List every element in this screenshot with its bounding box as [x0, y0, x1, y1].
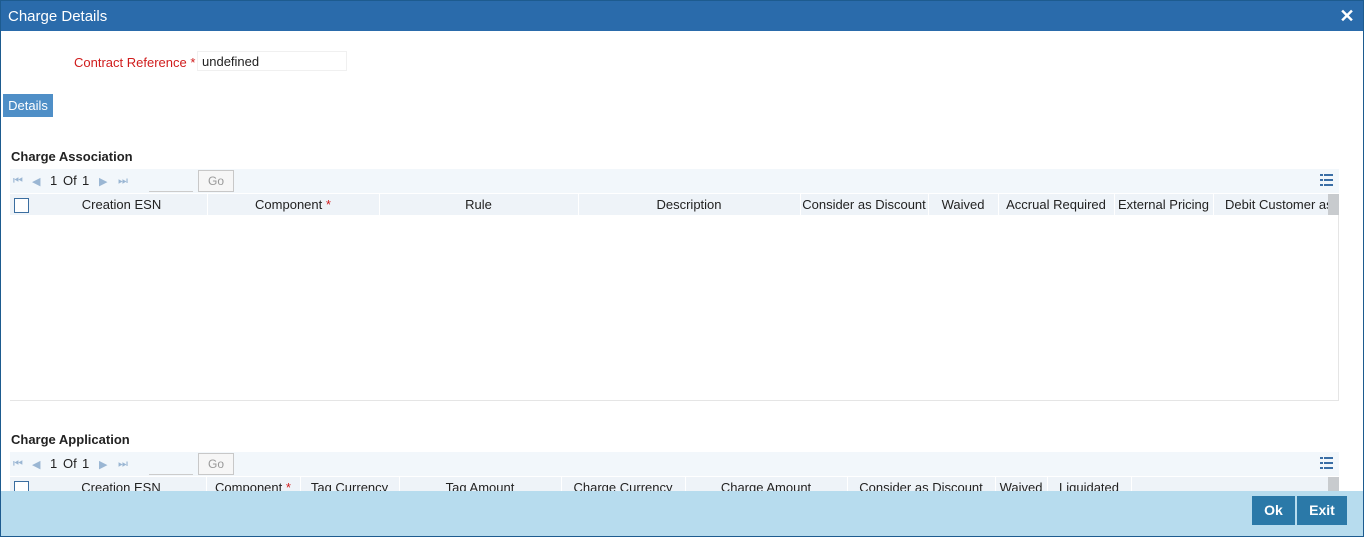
- page-of-label: Of: [63, 173, 77, 188]
- column-settings-icon[interactable]: [1320, 173, 1333, 187]
- last-page-icon[interactable]: ⏭: [118, 175, 128, 188]
- first-page-icon[interactable]: ⏮: [13, 175, 23, 188]
- col-charge-amount[interactable]: Charge Amount: [685, 477, 848, 491]
- charge-association-pager: ⏮ ◀ 1 Of 1 ▶ ⏭ Go: [10, 169, 1339, 193]
- charge-application-scrollbar[interactable]: [1328, 477, 1339, 491]
- col-waived[interactable]: Waived: [928, 194, 999, 215]
- charge-association-title: Charge Association: [11, 149, 133, 164]
- page-total: 1: [82, 173, 90, 188]
- page-current: 1: [50, 456, 58, 471]
- charge-application-title: Charge Application: [11, 432, 130, 447]
- charge-association-grid-body: [10, 215, 1339, 401]
- col-creation-esn[interactable]: Creation ESN: [36, 477, 207, 491]
- charge-details-window: Charge Details ✕ Contract Reference * De…: [0, 0, 1364, 537]
- charge-application-header: Creation ESN Component * Tag Currency Ta…: [10, 477, 1339, 491]
- contract-reference-label-text: Contract Reference: [74, 55, 187, 70]
- page-current: 1: [50, 173, 58, 188]
- window-title: Charge Details: [8, 8, 108, 25]
- required-marker: *: [285, 480, 291, 491]
- page-total: 1: [82, 456, 90, 471]
- col-rule[interactable]: Rule: [379, 194, 579, 215]
- exit-button[interactable]: Exit: [1297, 496, 1347, 525]
- required-marker: *: [190, 55, 196, 70]
- col-external-pricing[interactable]: External Pricing: [1114, 194, 1214, 215]
- col-creation-esn[interactable]: Creation ESN: [36, 194, 208, 215]
- next-page-icon[interactable]: ▶: [99, 458, 107, 471]
- col-debit-customer[interactable]: Debit Customer as: [1213, 194, 1339, 215]
- footer-bar: Ok Exit: [1, 491, 1363, 536]
- last-page-icon[interactable]: ⏭: [118, 458, 128, 471]
- col-description[interactable]: Description: [578, 194, 801, 215]
- contract-reference-label: Contract Reference *: [74, 55, 195, 70]
- title-bar: Charge Details ✕: [1, 1, 1363, 31]
- required-marker: *: [325, 197, 331, 212]
- go-button[interactable]: Go: [198, 453, 234, 475]
- col-accrual-required[interactable]: Accrual Required: [998, 194, 1115, 215]
- previous-page-icon[interactable]: ◀: [32, 458, 40, 471]
- tab-details[interactable]: Details: [3, 94, 53, 117]
- col-tag-currency[interactable]: Tag Currency: [300, 477, 400, 491]
- ok-button[interactable]: Ok: [1252, 496, 1295, 525]
- select-all-checkbox[interactable]: [14, 481, 29, 491]
- next-page-icon[interactable]: ▶: [99, 175, 107, 188]
- close-icon[interactable]: ✕: [1339, 7, 1355, 25]
- select-all-checkbox[interactable]: [14, 198, 29, 213]
- col-component-label: Component: [215, 480, 283, 491]
- page-jump-input[interactable]: [149, 171, 193, 192]
- first-page-icon[interactable]: ⏮: [13, 458, 23, 471]
- page-of-label: Of: [63, 456, 77, 471]
- column-settings-icon[interactable]: [1320, 456, 1333, 470]
- col-tag-amount[interactable]: Tag Amount: [399, 477, 562, 491]
- go-button[interactable]: Go: [198, 170, 234, 192]
- col-component[interactable]: Component *: [206, 477, 301, 491]
- contract-reference-input[interactable]: [197, 51, 347, 71]
- col-consider-as-discount[interactable]: Consider as Discount: [800, 194, 929, 215]
- charge-association-scrollbar[interactable]: [1328, 194, 1339, 215]
- charge-application-pager: ⏮ ◀ 1 Of 1 ▶ ⏭ Go: [10, 452, 1339, 476]
- page-jump-input[interactable]: [149, 454, 193, 475]
- charge-association-header: Creation ESN Component * Rule Descriptio…: [10, 194, 1339, 215]
- previous-page-icon[interactable]: ◀: [32, 175, 40, 188]
- col-waived[interactable]: Waived: [995, 477, 1048, 491]
- col-consider-as-discount[interactable]: Consider as Discount: [847, 477, 996, 491]
- col-component[interactable]: Component *: [207, 194, 380, 215]
- col-component-label: Component: [255, 197, 323, 212]
- col-charge-currency[interactable]: Charge Currency: [561, 477, 686, 491]
- col-liquidated[interactable]: Liquidated: [1047, 477, 1132, 491]
